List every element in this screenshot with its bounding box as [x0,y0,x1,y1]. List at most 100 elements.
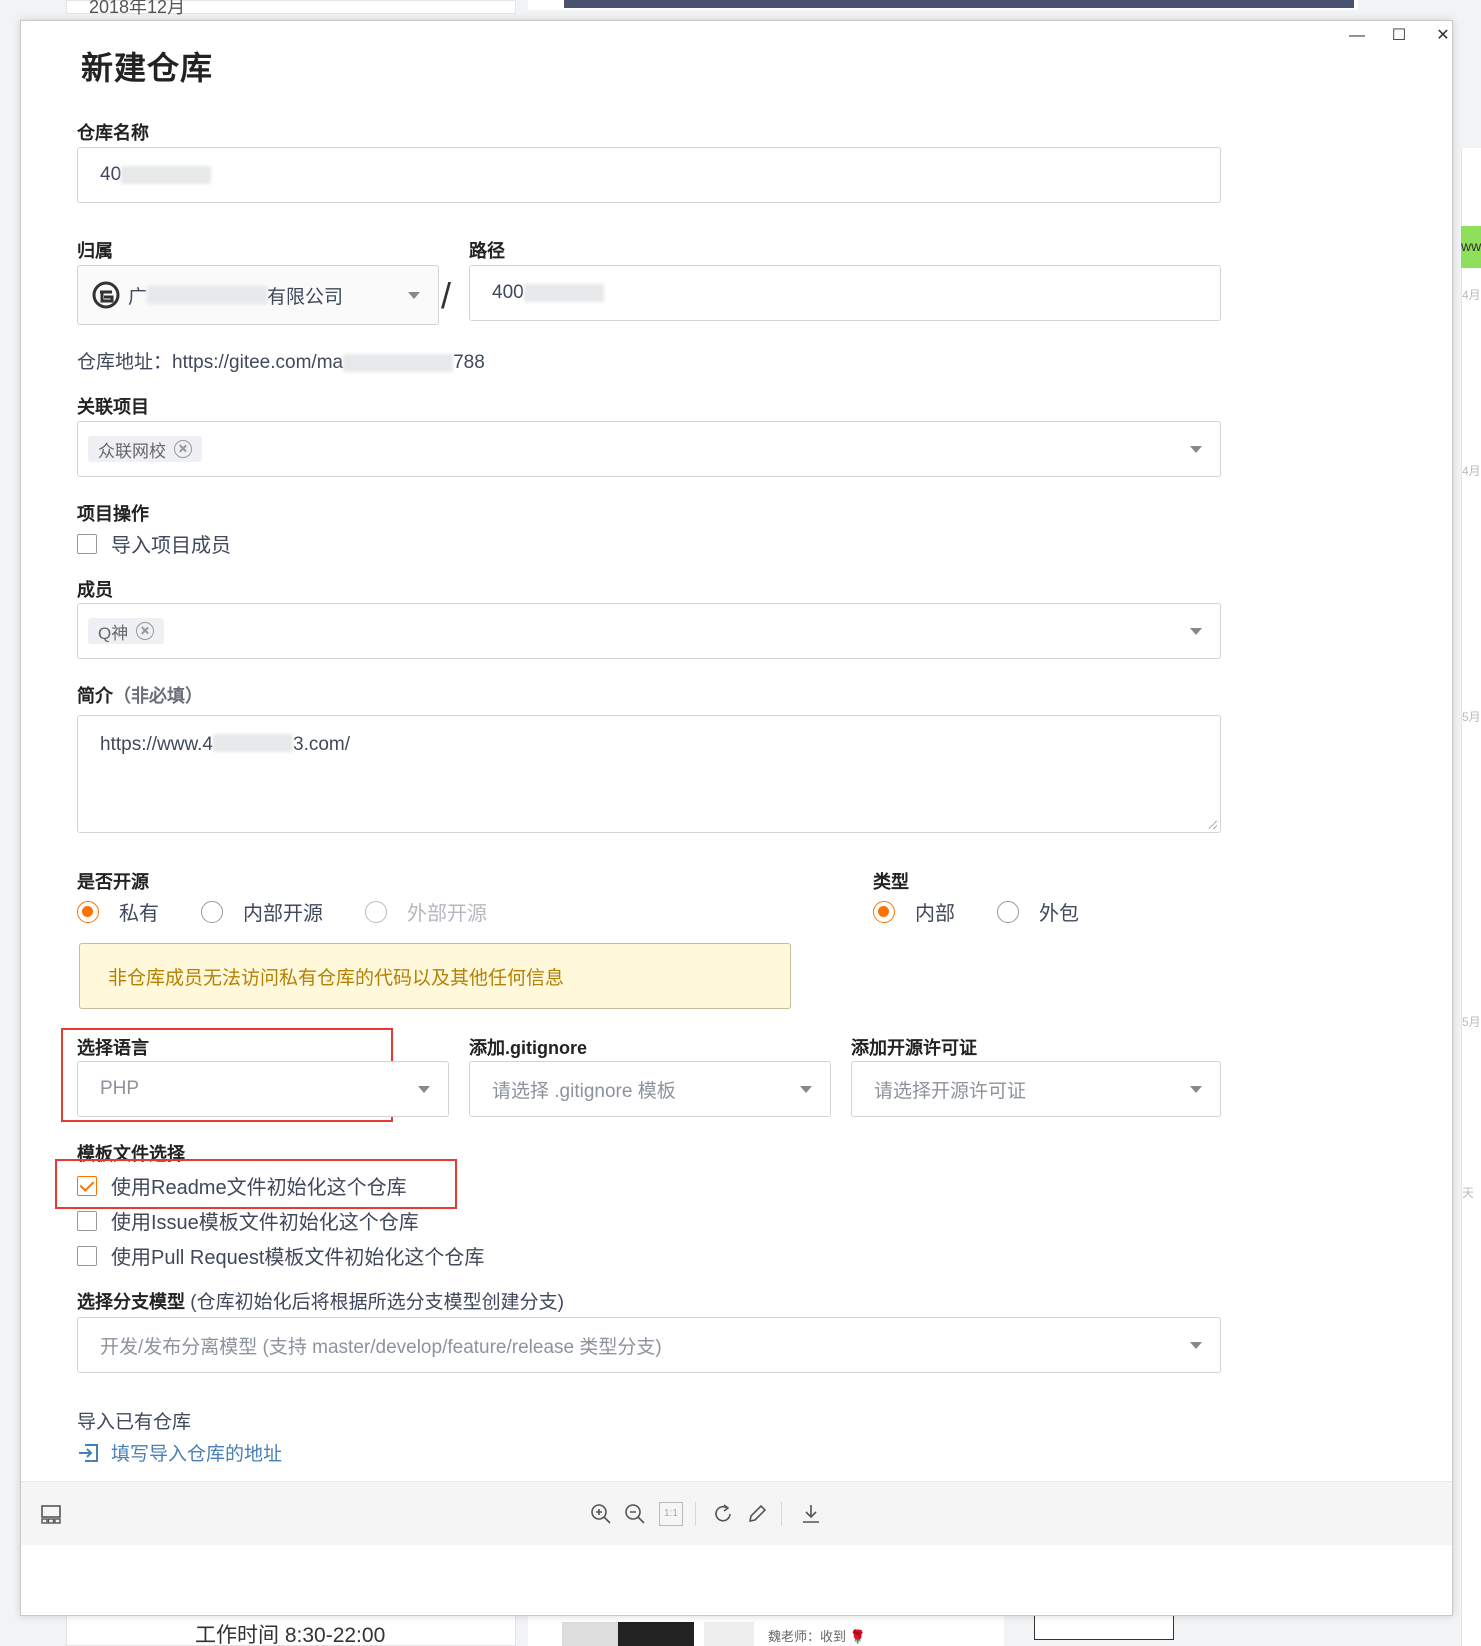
background-chat-text: 魏老师：收到 🌹 [768,1629,866,1644]
viewer-toolbar: 1:1 [21,1481,1452,1545]
import-members-label: 导入项目成员 [111,535,231,557]
radio-private[interactable] [77,900,99,923]
page-title: 新建仓库 [81,50,214,86]
owner-label: 归属 [77,241,113,261]
background-green-tab: ww [1461,226,1481,268]
import-icon [79,1443,98,1462]
pr-template-label: 使用Pull Request模板文件初始化这个仓库 [111,1247,485,1269]
open-source-radio-group: 私有 内部开源 外部开源 [77,897,487,926]
chevron-down-icon [800,1086,812,1093]
background-date-text: 2018年12月 [89,0,186,17]
zoom-in-icon[interactable] [589,1502,613,1526]
repo-name-input[interactable]: 40 [77,147,1221,203]
radio-internal-open[interactable] [201,900,223,923]
redacted-text [523,284,604,302]
branch-model-label-text: 选择分支模型 [77,1292,185,1312]
radio-internal-label: 内部 [915,903,955,925]
language-label: 选择语言 [77,1038,149,1058]
project-select[interactable]: 众联网校 [77,421,1221,477]
gitee-logo-icon [92,281,120,309]
license-placeholder: 请选择开源许可证 [874,1080,1027,1102]
repo-name-label: 仓库名称 [77,123,149,143]
background-side-label: 5月 [1462,1015,1481,1029]
path-label: 路径 [469,241,505,261]
language-value: PHP [100,1078,140,1099]
actual-size-icon[interactable]: 1:1 [659,1502,683,1526]
type-radio-group: 内部 外包 [873,897,1079,926]
readme-checkbox-row[interactable]: 使用Readme文件初始化这个仓库 [77,1171,407,1200]
remove-tag-icon[interactable] [136,622,155,640]
download-icon[interactable] [799,1502,823,1526]
license-label: 添加开源许可证 [851,1038,977,1058]
private-repo-notice: 非仓库成员无法访问私有仓库的代码以及其他任何信息 [79,943,791,1009]
zoom-out-icon[interactable] [623,1502,647,1526]
license-select[interactable]: 请选择开源许可证 [851,1061,1221,1117]
issue-template-checkbox[interactable] [77,1210,97,1231]
owner-select[interactable]: 广 有限公司 [77,265,439,325]
open-source-private[interactable]: 私有 [77,897,159,926]
repo-url-start: ma [316,352,344,373]
background-side-label: 5月 [1462,710,1481,724]
language-select[interactable]: PHP [77,1061,449,1117]
background-banner [528,0,1358,10]
intro-value-prefix: https://www.4 [100,734,213,755]
image-viewer-window: — ☐ ✕ 新建仓库 仓库名称 40 归属 路径 广 有限公司 / 400 仓库… [20,20,1453,1616]
background-card: 2018年12月 [66,0,516,17]
issue-template-checkbox-row[interactable]: 使用Issue模板文件初始化这个仓库 [77,1206,419,1235]
owner-value-suffix: 有限公司 [267,286,344,308]
radio-external-open-label: 外部开源 [407,903,487,925]
radio-internal[interactable] [873,900,895,923]
members-label: 成员 [77,580,113,600]
import-members-checkbox-row[interactable]: 导入项目成员 [77,529,231,558]
radio-outsource[interactable] [997,900,1019,923]
gitignore-select[interactable]: 请选择 .gitignore 模板 [469,1061,831,1117]
type-label: 类型 [873,872,909,892]
import-repo-link[interactable]: 填写导入仓库的地址 [77,1439,282,1466]
project-tag: 众联网校 [88,436,202,462]
path-input[interactable]: 400 [469,265,1221,321]
project-ops-label: 项目操作 [77,504,149,524]
open-source-external[interactable]: 外部开源 [365,897,487,926]
radio-external-open[interactable] [365,900,387,923]
import-members-checkbox[interactable] [77,533,97,554]
radio-outsource-label: 外包 [1039,903,1079,925]
redacted-text [121,166,212,184]
pr-template-checkbox[interactable] [77,1245,97,1266]
resize-handle-icon[interactable] [1207,819,1217,829]
edit-icon[interactable] [745,1502,769,1526]
open-source-internal[interactable]: 内部开源 [201,897,323,926]
radio-internal-open-label: 内部开源 [243,903,323,925]
issue-template-label: 使用Issue模板文件初始化这个仓库 [111,1212,419,1234]
type-outsource[interactable]: 外包 [997,897,1079,926]
path-separator: / [441,275,452,316]
toolbar-separator [781,1502,782,1526]
branch-model-hint: (仓库初始化后将根据所选分支模型创建分支) [185,1292,564,1313]
redacted-text [147,286,268,304]
intro-optional-text: （非必填） [113,686,203,706]
intro-value-suffix: 3.com/ [293,734,351,755]
gitignore-label: 添加.gitignore [469,1038,587,1058]
background-hours-text: 工作时间 8:30-22:00 [195,1624,386,1646]
project-label: 关联项目 [77,397,149,417]
type-internal[interactable]: 内部 [873,897,955,926]
remove-tag-icon[interactable] [174,440,192,458]
rotate-icon[interactable] [711,1502,735,1526]
chevron-down-icon [1190,628,1202,635]
intro-textarea[interactable]: https://www.4 3.com/ [77,715,1221,833]
branch-model-select[interactable]: 开发/发布分离模型 (支持 master/develop/feature/rel… [77,1317,1221,1373]
pr-template-checkbox-row[interactable]: 使用Pull Request模板文件初始化这个仓库 [77,1241,484,1270]
readme-checkbox[interactable] [77,1175,97,1196]
intro-label: 简介（非必填） [77,682,203,708]
repo-url-text: 仓库地址：https://gitee.com/ma 788 [77,347,485,374]
project-tag-label: 众联网校 [98,441,166,461]
owner-value-prefix: 广 [128,286,148,308]
chevron-down-icon [1190,1342,1202,1349]
member-tag: Q神 [88,618,165,644]
background-side-panel [1461,148,1481,1646]
chevron-down-icon [1190,446,1202,453]
thumbnail-icon[interactable] [39,1502,63,1526]
background-side-label: 天 [1462,1186,1475,1200]
repo-url-suffix: 788 [453,352,485,373]
background-side-label: 4月 [1462,288,1481,302]
members-select[interactable]: Q神 [77,603,1221,659]
